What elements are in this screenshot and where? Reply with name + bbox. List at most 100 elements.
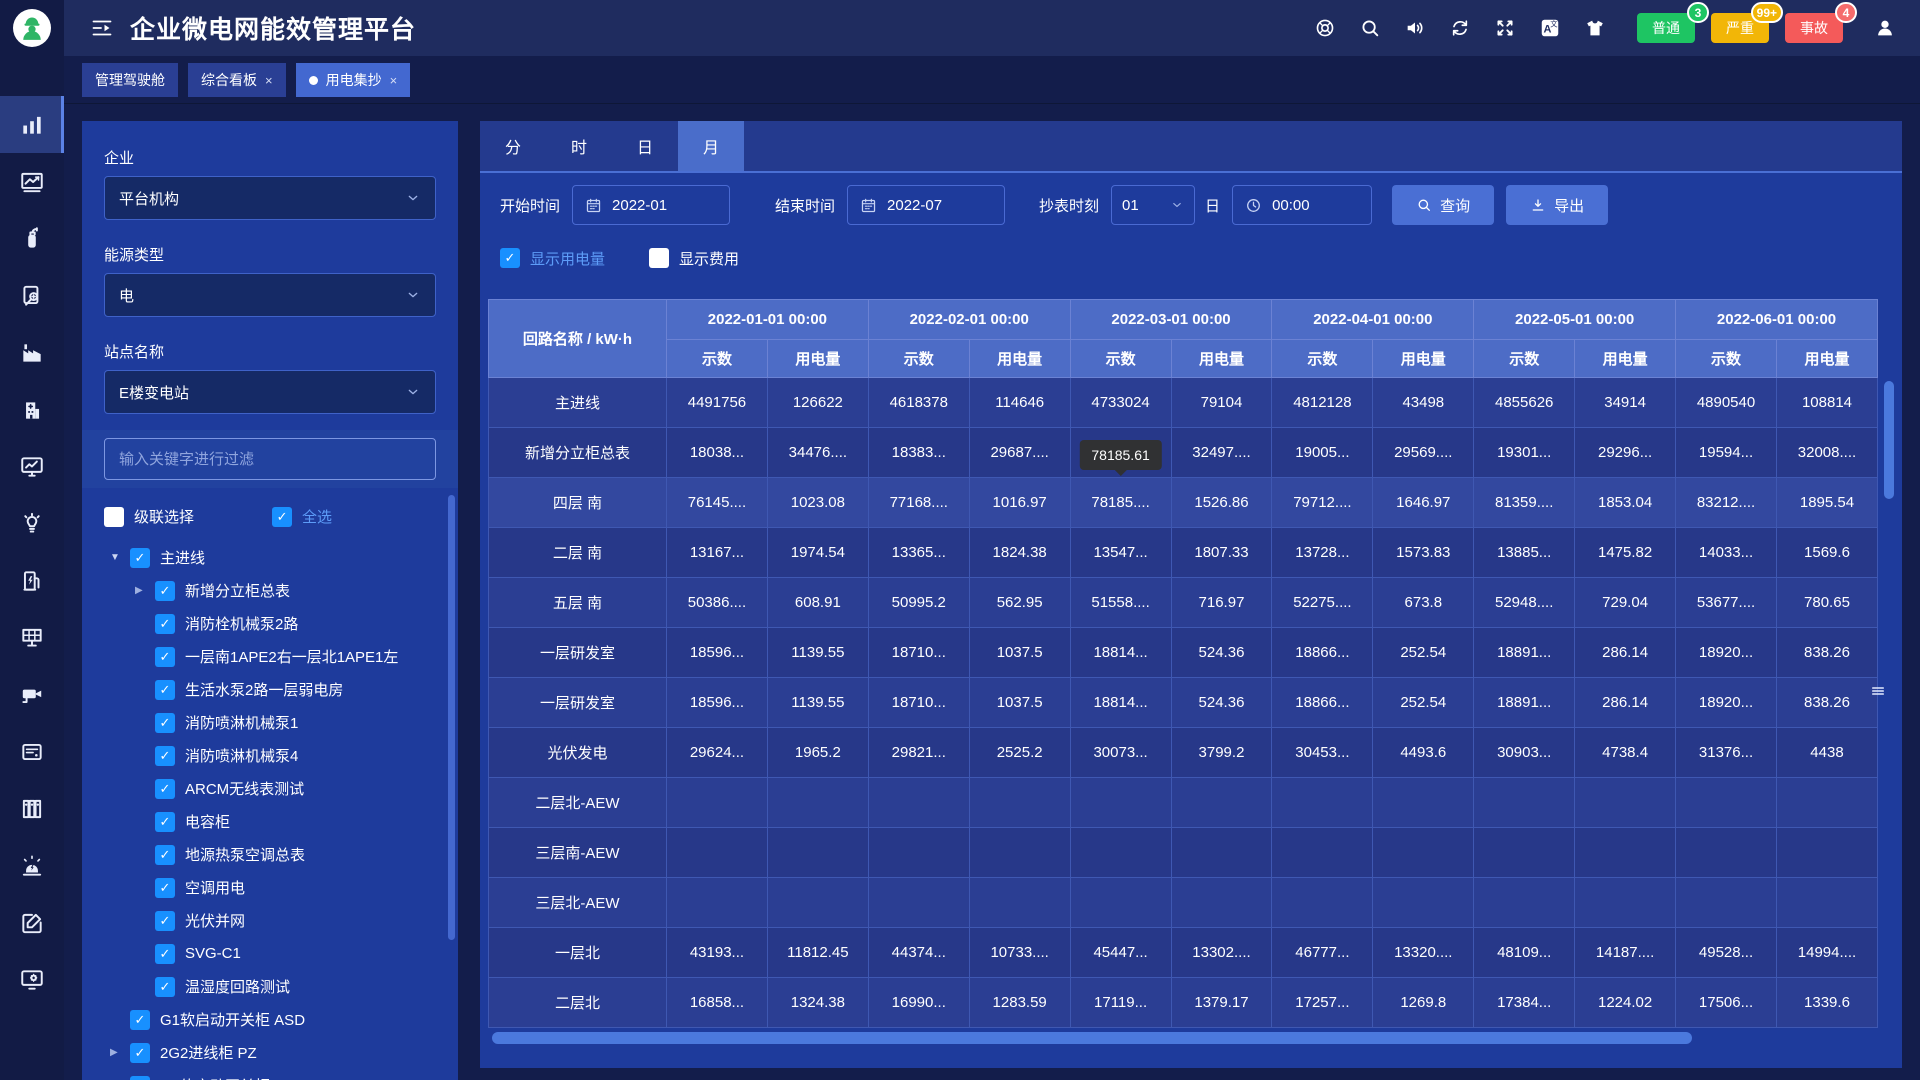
caret-down-icon[interactable]: ▼ bbox=[110, 552, 130, 563]
table-cell[interactable]: 29296... bbox=[1575, 428, 1676, 478]
table-cell[interactable] bbox=[1171, 828, 1272, 878]
sidebar-item-system-settings[interactable] bbox=[0, 951, 64, 1008]
table-cell[interactable]: 17119... bbox=[1070, 978, 1171, 1028]
table-cell[interactable]: 1037.5 bbox=[969, 628, 1070, 678]
meter-clock-input[interactable]: 00:00 bbox=[1232, 185, 1372, 225]
table-cell[interactable]: 13302.... bbox=[1171, 928, 1272, 978]
tree-checkbox[interactable]: ✓ bbox=[155, 944, 175, 964]
alarm-button-2[interactable]: 事故4 bbox=[1785, 13, 1843, 43]
table-row[interactable]: 二层北16858...1324.3816990...1283.5917119..… bbox=[489, 978, 1878, 1028]
period-tab-4[interactable]: 月 bbox=[678, 121, 744, 171]
table-cell[interactable]: 18814... bbox=[1070, 628, 1171, 678]
table-cell[interactable]: 1646.97 bbox=[1373, 478, 1474, 528]
table-cell[interactable] bbox=[1676, 778, 1777, 828]
table-cell[interactable]: 1853.04 bbox=[1575, 478, 1676, 528]
table-cell[interactable]: 524.36 bbox=[1171, 628, 1272, 678]
show-energy-option[interactable]: ✓ 显示用电量 bbox=[500, 248, 605, 269]
table-cell[interactable]: 83212.... bbox=[1676, 478, 1777, 528]
sidebar-item-camera[interactable] bbox=[0, 666, 64, 723]
show-cost-option[interactable]: 显示费用 bbox=[649, 248, 739, 269]
table-cell[interactable] bbox=[1575, 878, 1676, 928]
table-cell[interactable]: 4491756 bbox=[667, 378, 768, 428]
table-cell[interactable]: 1974.54 bbox=[767, 528, 868, 578]
right-drawer-grip-icon[interactable] bbox=[1869, 682, 1887, 700]
table-cell[interactable]: 18891... bbox=[1474, 678, 1575, 728]
table-cell[interactable]: 49528... bbox=[1676, 928, 1777, 978]
table-row[interactable]: 四层 南76145....1023.0877168....1016.977818… bbox=[489, 478, 1878, 528]
table-cell[interactable]: 77168.... bbox=[868, 478, 969, 528]
table-cell[interactable]: 1224.02 bbox=[1575, 978, 1676, 1028]
tree-item[interactable]: ▶✓新增分立柜总表 bbox=[104, 574, 436, 607]
table-row[interactable]: 三层南-AEW bbox=[489, 828, 1878, 878]
table-cell[interactable]: 1379.17 bbox=[1171, 978, 1272, 1028]
table-cell[interactable] bbox=[1776, 828, 1877, 878]
table-cell[interactable] bbox=[667, 778, 768, 828]
sidebar-item-inspection[interactable] bbox=[0, 267, 64, 324]
table-cell[interactable]: 1023.08 bbox=[767, 478, 868, 528]
show-energy-checkbox[interactable]: ✓ bbox=[500, 248, 520, 268]
table-cell[interactable]: 729.04 bbox=[1575, 578, 1676, 628]
refresh-icon[interactable] bbox=[1449, 17, 1471, 39]
close-icon[interactable]: × bbox=[265, 73, 273, 88]
table-row[interactable]: 一层北43193...11812.4544374...10733....4544… bbox=[489, 928, 1878, 978]
table-cell[interactable]: 524.36 bbox=[1171, 678, 1272, 728]
table-cell[interactable]: 78185.... bbox=[1070, 478, 1171, 528]
scrollbar-thumb[interactable] bbox=[492, 1032, 1692, 1044]
show-cost-checkbox[interactable] bbox=[649, 248, 669, 268]
table-cell[interactable]: 13728... bbox=[1272, 528, 1373, 578]
collapse-menu-icon[interactable] bbox=[90, 16, 114, 40]
nav-tab-2[interactable]: 综合看板× bbox=[188, 63, 286, 97]
nav-tab-1[interactable]: 管理驾驶舱 bbox=[82, 63, 178, 97]
table-cell[interactable] bbox=[1474, 878, 1575, 928]
table-cell[interactable]: 18866... bbox=[1272, 678, 1373, 728]
table-row[interactable]: 二层北-AEW bbox=[489, 778, 1878, 828]
period-tab-3[interactable]: 日 bbox=[612, 121, 678, 171]
sidebar-item-factory[interactable] bbox=[0, 324, 64, 381]
caret-right-icon[interactable]: ▶ bbox=[135, 585, 155, 596]
table-cell[interactable]: 4733024 bbox=[1070, 378, 1171, 428]
table-cell[interactable]: 30073... bbox=[1070, 728, 1171, 778]
table-row[interactable]: 三层北-AEW bbox=[489, 878, 1878, 928]
table-cell[interactable]: 18710... bbox=[868, 678, 969, 728]
table-row[interactable]: 光伏发电29624...1965.229821...2525.230073...… bbox=[489, 728, 1878, 778]
sidebar-item-edit[interactable] bbox=[0, 894, 64, 951]
company-select[interactable]: 平台机构 bbox=[104, 176, 436, 220]
sidebar-item-solar-panel[interactable] bbox=[0, 609, 64, 666]
table-cell[interactable]: 43193... bbox=[667, 928, 768, 978]
station-select[interactable]: E楼变电站 bbox=[104, 370, 436, 414]
table-cell[interactable]: 45447... bbox=[1070, 928, 1171, 978]
table-cell[interactable]: 4890540 bbox=[1676, 378, 1777, 428]
table-cell[interactable]: 16858... bbox=[667, 978, 768, 1028]
tree-scrollbar[interactable] bbox=[448, 495, 455, 940]
table-cell[interactable] bbox=[868, 778, 969, 828]
table-cell[interactable]: 81359.... bbox=[1474, 478, 1575, 528]
table-cell[interactable]: 79104 bbox=[1171, 378, 1272, 428]
table-cell[interactable]: 13167... bbox=[667, 528, 768, 578]
tree-checkbox[interactable]: ✓ bbox=[155, 779, 175, 799]
table-cell[interactable] bbox=[1171, 878, 1272, 928]
table-cell[interactable]: 13365... bbox=[868, 528, 969, 578]
table-cell[interactable]: 18866... bbox=[1272, 628, 1373, 678]
table-row[interactable]: 一层研发室18596...1139.5518710...1037.518814.… bbox=[489, 628, 1878, 678]
table-cell[interactable]: 1573.83 bbox=[1373, 528, 1474, 578]
table-cell[interactable]: 14187.... bbox=[1575, 928, 1676, 978]
tree-checkbox[interactable]: ✓ bbox=[155, 581, 175, 601]
sidebar-item-building[interactable] bbox=[0, 381, 64, 438]
table-cell[interactable]: 286.14 bbox=[1575, 678, 1676, 728]
period-tab-2[interactable]: 时 bbox=[546, 121, 612, 171]
table-cell[interactable]: 52275.... bbox=[1272, 578, 1373, 628]
table-cell[interactable] bbox=[1070, 878, 1171, 928]
end-date-input[interactable]: 2022-07 bbox=[847, 185, 1005, 225]
sidebar-item-meter-device[interactable] bbox=[0, 723, 64, 780]
sidebar-item-fire-extinguisher[interactable] bbox=[0, 210, 64, 267]
table-cell[interactable] bbox=[868, 878, 969, 928]
tree-checkbox[interactable]: ✓ bbox=[155, 680, 175, 700]
table-cell[interactable]: 34914 bbox=[1575, 378, 1676, 428]
alarm-button-1[interactable]: 严重99+ bbox=[1711, 13, 1769, 43]
tree-item[interactable]: ✓消防喷淋机械泵4 bbox=[104, 739, 436, 772]
tree-checkbox[interactable]: ✓ bbox=[155, 746, 175, 766]
table-cell[interactable]: 2525.2 bbox=[969, 728, 1070, 778]
tree-item[interactable]: ✓电容柜 bbox=[104, 805, 436, 838]
sidebar-item-ev-charger[interactable] bbox=[0, 552, 64, 609]
table-cell[interactable] bbox=[1575, 778, 1676, 828]
